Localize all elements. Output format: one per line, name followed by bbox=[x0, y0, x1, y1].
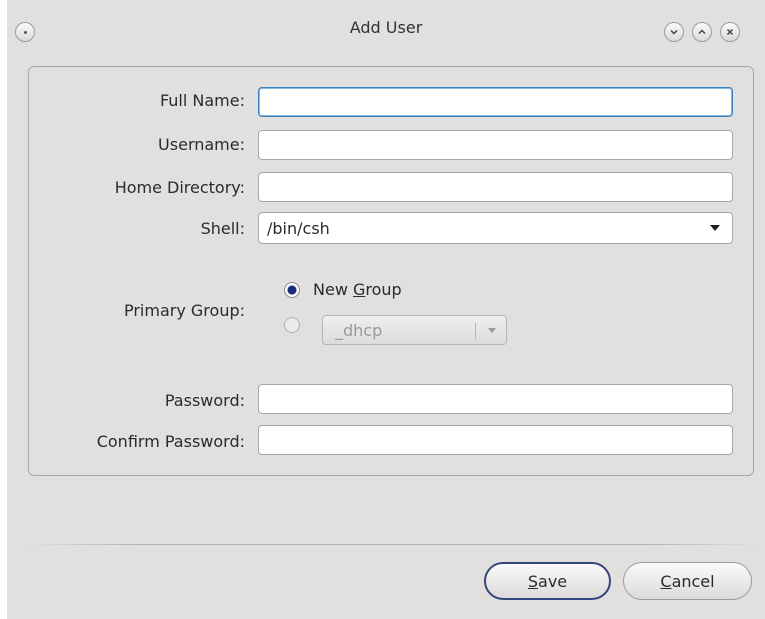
confirm-password-field[interactable] bbox=[258, 425, 733, 455]
shell-value: /bin/csh bbox=[267, 218, 330, 238]
minimize-icon[interactable] bbox=[664, 22, 684, 42]
title-bar: Add User bbox=[7, 0, 765, 56]
add-user-window: Add User Full Name: Username: Home Direc… bbox=[7, 0, 765, 619]
new-group-radio[interactable] bbox=[284, 282, 300, 298]
button-area-divider bbox=[27, 544, 757, 545]
dropdown-arrow-icon bbox=[710, 225, 720, 231]
close-icon[interactable] bbox=[720, 22, 740, 42]
new-group-option-label[interactable]: New Group bbox=[313, 280, 402, 299]
home-directory-field[interactable] bbox=[258, 172, 733, 202]
existing-group-radio[interactable] bbox=[284, 317, 300, 333]
existing-group-select[interactable]: _dhcp bbox=[322, 315, 507, 345]
full-name-field[interactable] bbox=[258, 87, 733, 117]
username-field[interactable] bbox=[258, 130, 733, 160]
password-field[interactable] bbox=[258, 384, 733, 414]
window-title: Add User bbox=[349, 18, 423, 37]
password-label: Password: bbox=[164, 391, 245, 410]
combo-separator bbox=[475, 323, 476, 339]
existing-group-value: _dhcp bbox=[335, 320, 383, 340]
primary-group-label: Primary Group: bbox=[123, 301, 245, 320]
shell-label: Shell: bbox=[200, 219, 245, 238]
dropdown-arrow-icon bbox=[488, 328, 496, 333]
user-form-frame bbox=[28, 66, 754, 476]
full-name-label: Full Name: bbox=[159, 91, 245, 110]
maximize-icon[interactable] bbox=[692, 22, 712, 42]
cancel-button[interactable]: Cancel bbox=[623, 562, 752, 600]
home-directory-label: Home Directory: bbox=[114, 178, 245, 197]
username-label: Username: bbox=[158, 135, 245, 154]
confirm-password-label: Confirm Password: bbox=[96, 432, 245, 451]
save-button[interactable]: Save bbox=[484, 562, 611, 600]
shell-select[interactable]: /bin/csh bbox=[258, 212, 733, 244]
